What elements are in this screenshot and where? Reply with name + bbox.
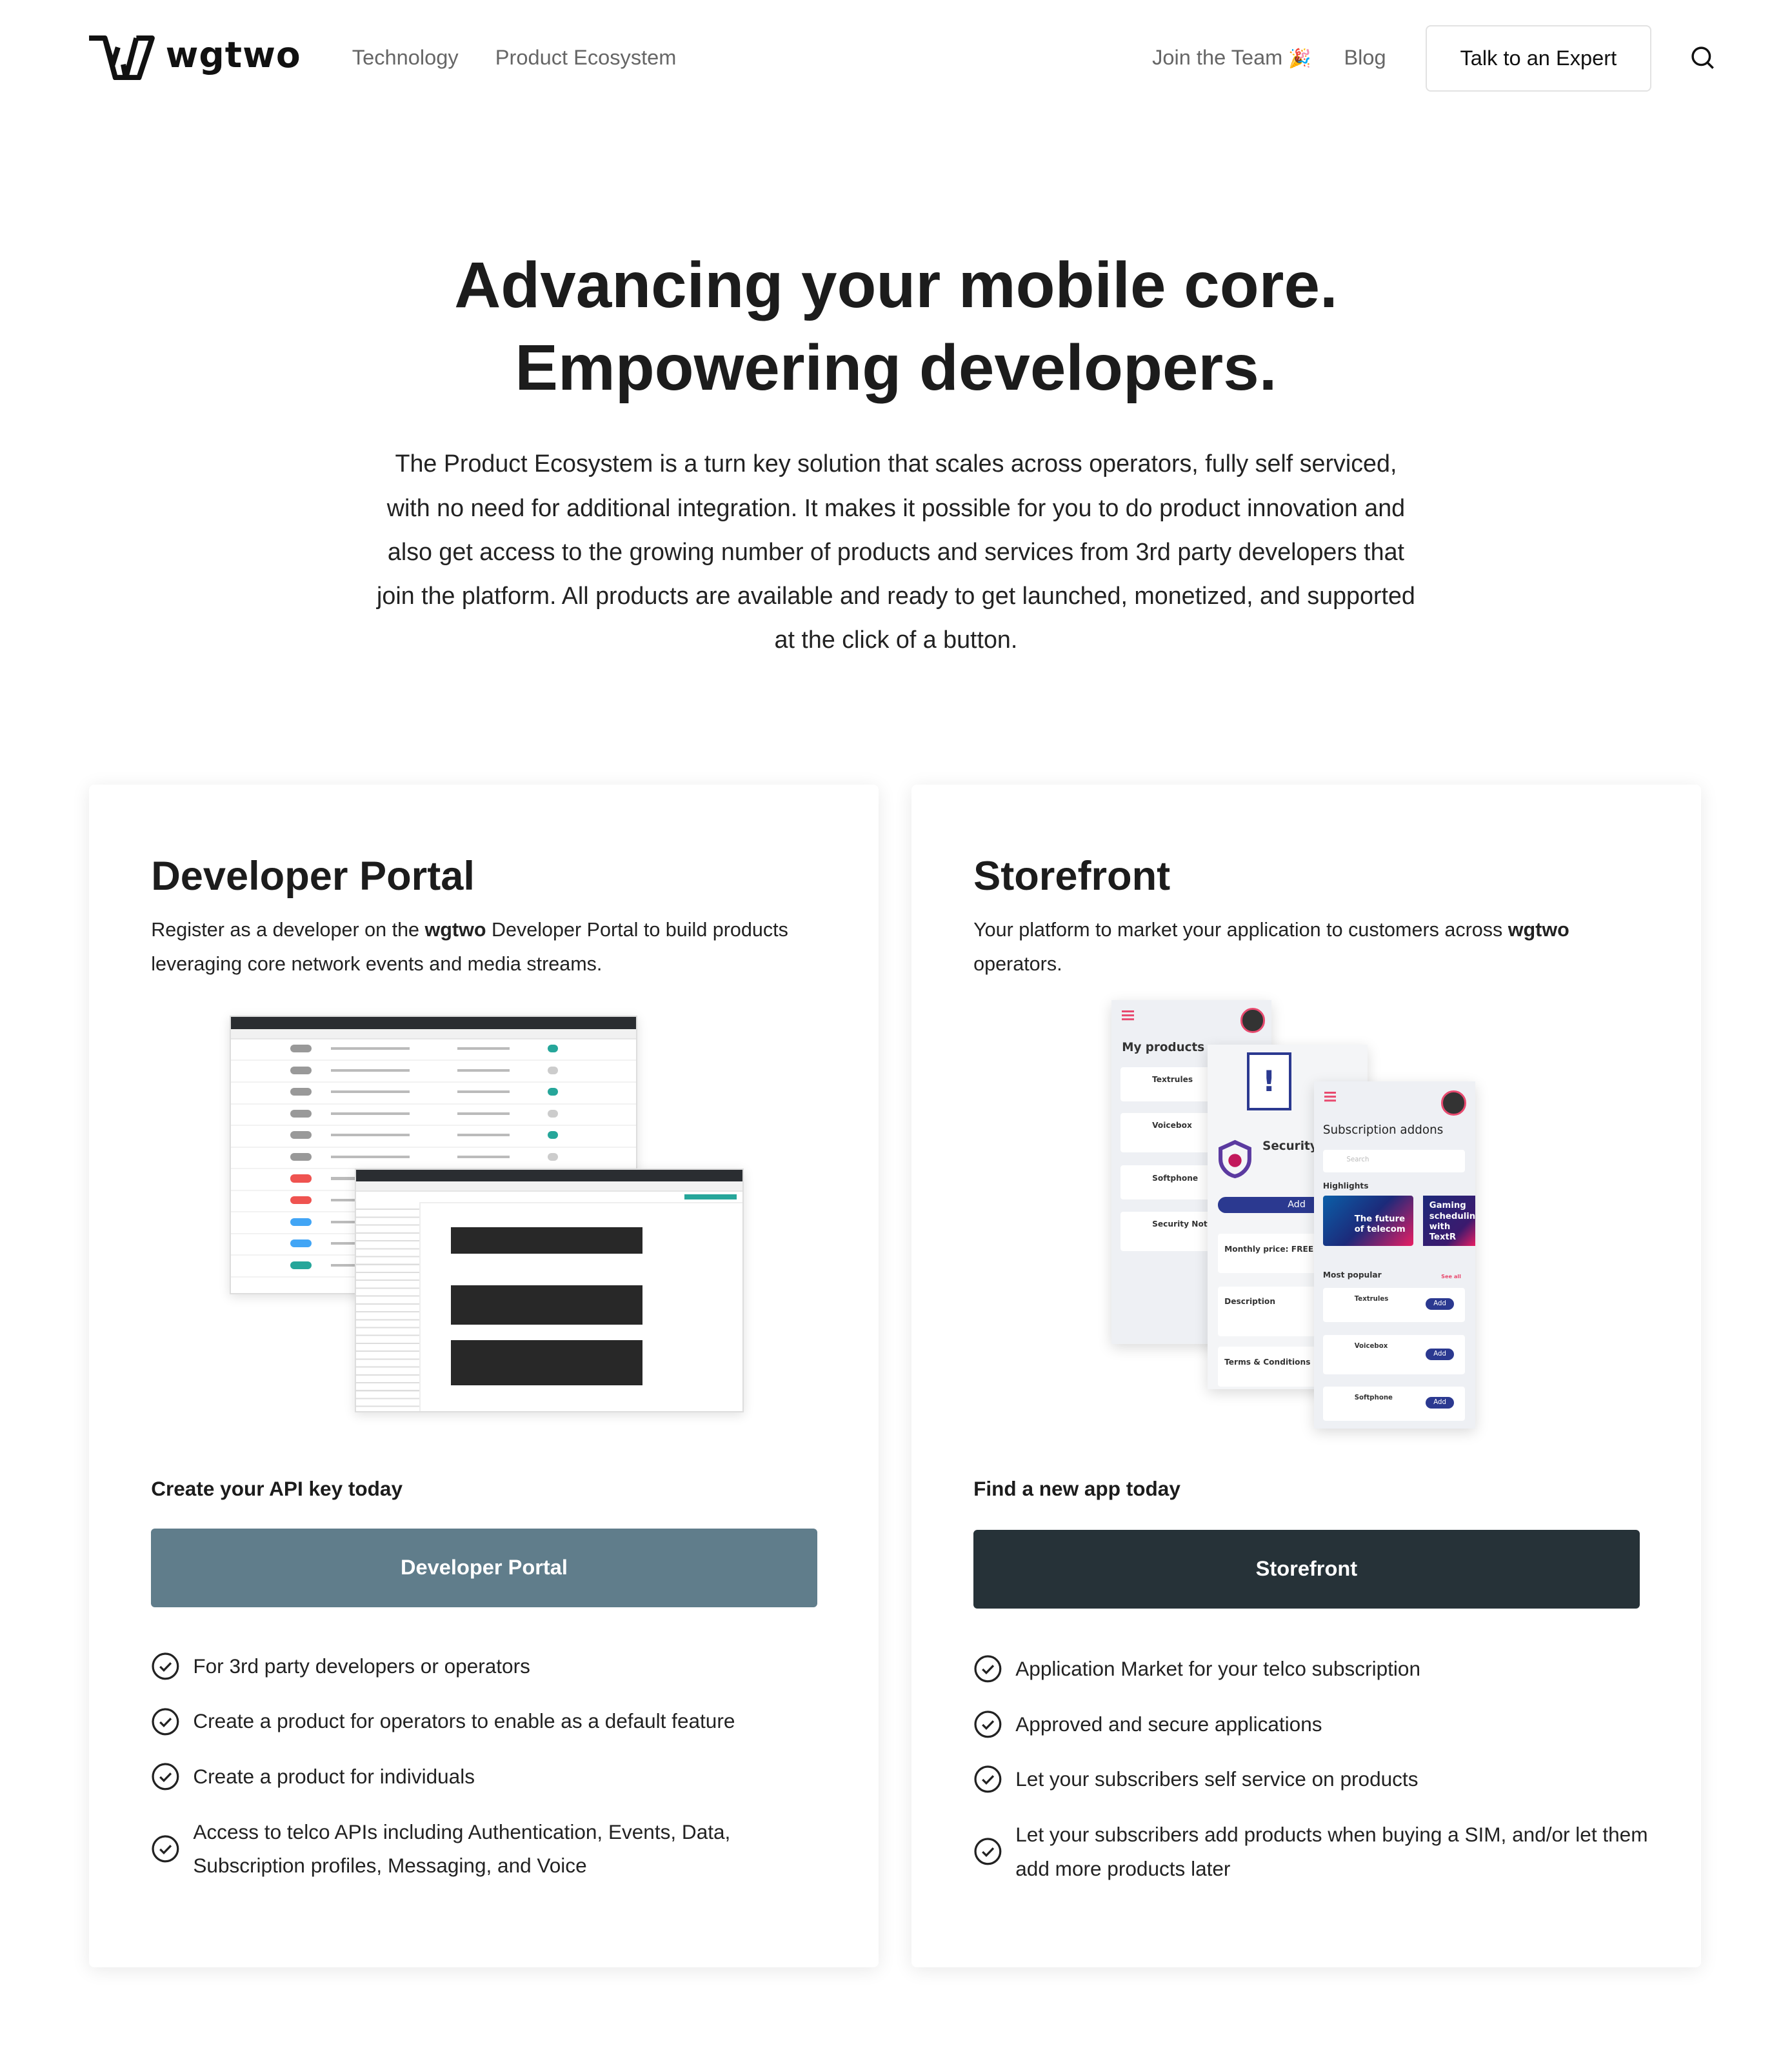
desc-brand: wgtwo xyxy=(424,919,486,941)
nav-link-technology[interactable]: Technology xyxy=(352,46,459,70)
feature-item: Approved and secure applications xyxy=(973,1707,1657,1741)
feature-list: For 3rd party developers or operators Cr… xyxy=(151,1649,834,1904)
subscription-addons-screen: Subscription addons Search Highlights Th… xyxy=(1313,1081,1476,1429)
nav-link-product-ecosystem[interactable]: Product Ecosystem xyxy=(495,46,677,70)
card-description: Your platform to market your application… xyxy=(973,913,1630,981)
check-circle-icon xyxy=(152,1835,179,1863)
add-button: Add xyxy=(1425,1348,1455,1360)
feature-text: Let your subscribers self service on pro… xyxy=(1015,1767,1419,1791)
hero-title: Advancing your mobile core. Empowering de… xyxy=(0,245,1792,410)
shield-bell-icon xyxy=(1218,1139,1251,1178)
product-name: Voicebox xyxy=(1354,1343,1388,1350)
feature-item: Let your subscribers self service on pro… xyxy=(973,1762,1657,1796)
nav-link-join-the-team[interactable]: Join the Team 🎉 xyxy=(1152,46,1311,70)
party-popper-icon: 🎉 xyxy=(1288,48,1311,70)
storefront-button[interactable]: Storefront xyxy=(973,1529,1640,1609)
cta-label: Create your API key today xyxy=(151,1477,403,1501)
talk-to-expert-button[interactable]: Talk to an Expert xyxy=(1425,25,1651,92)
feature-item: Create a product for individuals xyxy=(151,1760,834,1794)
highlight-card: The future of telecom xyxy=(1322,1196,1414,1246)
desc-brand: wgtwo xyxy=(1508,919,1569,941)
desc-text: Your platform to market your application… xyxy=(973,919,1508,941)
description-heading: Description xyxy=(1224,1297,1276,1307)
product-name: Textrules xyxy=(1152,1074,1193,1084)
cta-label: Find a new app today xyxy=(973,1477,1180,1501)
feature-text: Create a product for individuals xyxy=(193,1764,475,1788)
check-circle-icon xyxy=(974,1838,1002,1865)
highlight-card: Gaming scheduling with TextR xyxy=(1422,1196,1476,1246)
desc-text: operators. xyxy=(973,953,1062,976)
check-circle-icon xyxy=(152,1763,179,1791)
card-description: Register as a developer on the wgtwo Dev… xyxy=(151,913,808,981)
feature-text: Approved and secure applications xyxy=(1015,1712,1322,1736)
feature-item: Access to telco APIs including Authentic… xyxy=(151,1815,834,1883)
storefront-card: Storefront Your platform to market your … xyxy=(911,784,1702,1967)
nav-link-blog[interactable]: Blog xyxy=(1344,46,1386,70)
feature-item: For 3rd party developers or operators xyxy=(151,1649,834,1683)
add-button: Add xyxy=(1425,1396,1455,1409)
feature-text: Application Market for your telco subscr… xyxy=(1015,1656,1420,1680)
wgtwo-logo-icon xyxy=(89,35,155,81)
feature-text: Let your subscribers add products when b… xyxy=(1015,1822,1648,1880)
feature-text: Create a product for operators to enable… xyxy=(193,1709,735,1733)
monthly-price: Monthly price: FREE xyxy=(1224,1244,1314,1254)
hero-title-line-1: Advancing your mobile core. xyxy=(454,249,1338,321)
browser-window-front xyxy=(354,1168,744,1413)
highlights-heading: Highlights xyxy=(1322,1181,1369,1190)
addons-heading: Subscription addons xyxy=(1322,1123,1444,1138)
check-circle-icon xyxy=(152,1652,179,1680)
check-circle-icon xyxy=(974,1711,1002,1738)
search-placeholder: Search xyxy=(1346,1156,1369,1164)
product-name: Softphone xyxy=(1354,1394,1393,1401)
logo-text: wgtwo xyxy=(165,34,301,75)
my-products-heading: My products xyxy=(1122,1040,1205,1054)
hero-title-line-2: Empowering developers. xyxy=(515,332,1277,405)
terms-heading: Terms & Conditions xyxy=(1224,1357,1311,1367)
see-all-link: See all xyxy=(1441,1273,1461,1280)
feature-item: Application Market for your telco subscr… xyxy=(973,1652,1657,1686)
join-label: Join the Team xyxy=(1152,46,1283,70)
desc-text: Register as a developer on the xyxy=(151,919,425,941)
feature-list: Application Market for your telco subscr… xyxy=(973,1652,1657,1907)
product-name: Voicebox xyxy=(1152,1121,1192,1130)
developer-portal-card: Developer Portal Register as a developer… xyxy=(89,784,879,1967)
add-button: Add xyxy=(1425,1298,1455,1310)
card-title: Storefront xyxy=(973,853,1171,899)
feature-text: Access to telco APIs including Authentic… xyxy=(193,1820,731,1878)
check-circle-icon xyxy=(152,1707,179,1735)
check-circle-icon xyxy=(974,1765,1002,1793)
hero-paragraph: The Product Ecosystem is a turn key solu… xyxy=(377,450,1415,654)
most-popular-heading: Most popular xyxy=(1322,1270,1382,1280)
product-name: Textrules xyxy=(1354,1296,1389,1303)
card-title: Developer Portal xyxy=(151,853,475,899)
page: wgtwo Technology Product Ecosystem Join … xyxy=(0,0,1792,2056)
feature-item: Let your subscribers add products when b… xyxy=(973,1818,1657,1886)
feature-item: Create a product for operators to enable… xyxy=(151,1704,834,1738)
developer-portal-button[interactable]: Developer Portal xyxy=(151,1528,817,1607)
feature-text: For 3rd party developers or operators xyxy=(193,1654,530,1678)
search-icon[interactable] xyxy=(1689,45,1716,71)
product-name: Softphone xyxy=(1152,1173,1199,1183)
check-circle-icon xyxy=(974,1655,1002,1683)
